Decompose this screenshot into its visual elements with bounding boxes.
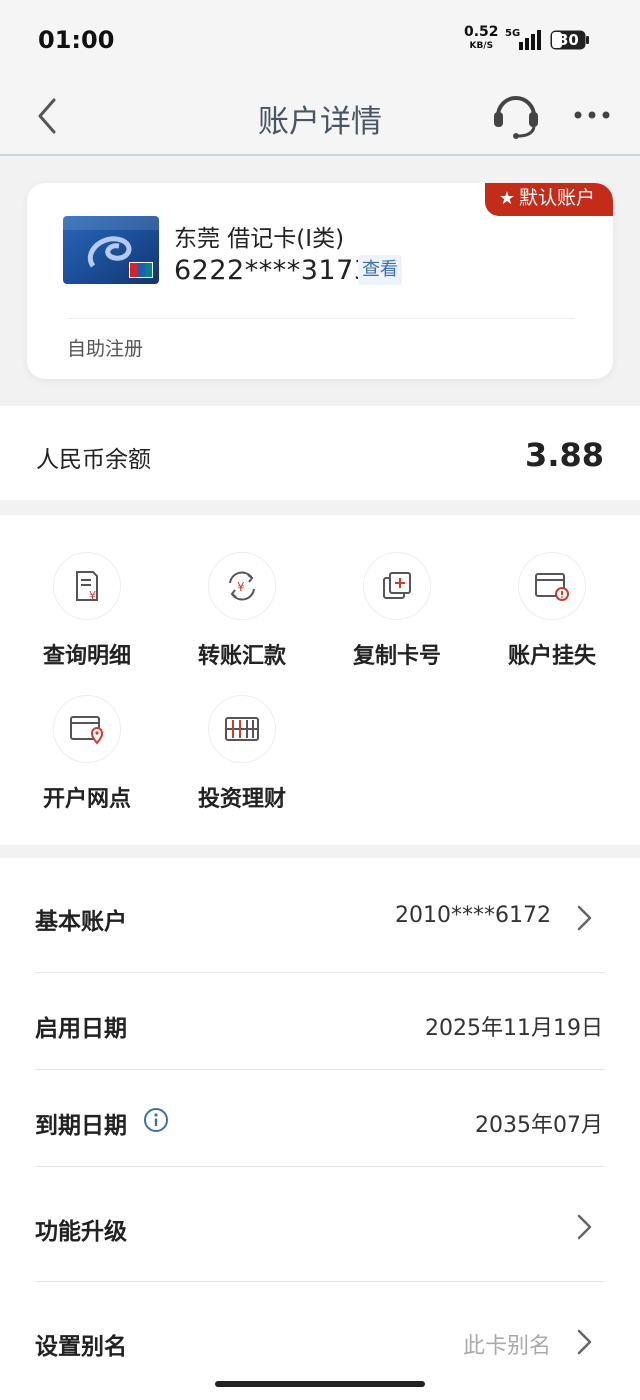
view-card-number-button[interactable]: 查看: [358, 255, 402, 285]
star-icon: ★: [498, 188, 515, 209]
chevron-right-icon: [577, 1329, 592, 1355]
function-copy-card-number[interactable]: 复制卡号: [322, 552, 472, 670]
divider: [67, 318, 575, 319]
expiry-date-label: 到期日期: [35, 1113, 127, 1139]
copy-icon: [363, 552, 431, 620]
function-label: 转账汇款: [197, 644, 286, 669]
balance-label: 人民币余额: [36, 447, 151, 473]
function-label: 开户网点: [42, 787, 131, 812]
registration-channel: 自助注册: [67, 338, 144, 360]
account-card: ★ 默认账户 东莞 借记卡(I类) 6222****3173 查看 自助注册: [27, 183, 613, 379]
card-number: 6222****3173: [174, 255, 372, 286]
basic-account-value: 2010****6172: [395, 903, 551, 928]
function-grid: ¥ 查询明细 ¥ 转账汇款 复制卡号 账户挂失 开户网点 投资理财: [0, 515, 640, 845]
function-query-details[interactable]: ¥ 查询明细: [12, 552, 162, 670]
expiry-date-row: 到期日期 2035年07月: [35, 1070, 605, 1167]
page-title: 账户详情: [258, 104, 382, 140]
function-label: 账户挂失: [507, 644, 596, 669]
signal-icon: [519, 30, 541, 50]
investment-icon: [208, 695, 276, 763]
status-time: 01:00: [38, 26, 115, 54]
battery-level: 30: [558, 31, 579, 49]
activation-date-row: 启用日期 2025年11月19日: [35, 973, 605, 1070]
chevron-right-icon: [577, 1214, 592, 1240]
basic-account-label: 基本账户: [35, 909, 127, 935]
svg-text:¥: ¥: [237, 580, 245, 594]
function-report-loss[interactable]: 账户挂失: [477, 552, 627, 670]
default-account-badge: ★ 默认账户: [484, 183, 613, 216]
nav-bar: 账户详情: [0, 78, 640, 156]
set-alias-label: 设置别名: [35, 1334, 127, 1360]
activation-date-label: 启用日期: [35, 1016, 127, 1042]
balance-value: 3.88: [525, 436, 604, 474]
headset-icon[interactable]: [490, 90, 542, 140]
account-details-list: 基本账户 2010****6172 启用日期 2025年11月19日 到期日期 …: [0, 858, 640, 1400]
info-icon[interactable]: [143, 1107, 169, 1133]
statement-icon: ¥: [53, 552, 121, 620]
network-speed-value: 0.52: [464, 24, 499, 40]
svg-text:¥: ¥: [89, 589, 96, 602]
chevron-right-icon: [577, 905, 592, 931]
function-upgrade-label: 功能升级: [35, 1219, 127, 1245]
network-speed-unit: KB/S: [469, 41, 494, 51]
battery-icon: 30: [550, 30, 590, 50]
transfer-icon: ¥: [208, 552, 276, 620]
alias-placeholder: 此卡别名: [462, 1334, 551, 1359]
bank-card-image: [63, 216, 159, 284]
function-upgrade-row[interactable]: 功能升级: [35, 1167, 605, 1282]
expiry-date-value: 2035年07月: [475, 1113, 603, 1138]
function-label: 投资理财: [197, 787, 286, 812]
function-transfer[interactable]: ¥ 转账汇款: [167, 552, 317, 670]
balance-row: 人民币余额 3.88: [0, 406, 640, 500]
report-loss-icon: [518, 552, 586, 620]
function-label: 查询明细: [42, 644, 131, 669]
home-indicator[interactable]: [215, 1381, 425, 1387]
function-branch[interactable]: 开户网点: [12, 695, 162, 813]
more-dots-icon[interactable]: [570, 100, 614, 130]
status-bar: 01:00 0.52 KB/S 5G 30: [0, 0, 640, 78]
card-name: 东莞 借记卡(I类): [174, 226, 345, 252]
network-speed: 0.52 KB/S: [464, 24, 499, 52]
branch-location-icon: [53, 695, 121, 763]
default-badge-label: 默认账户: [518, 187, 595, 209]
function-label: 复制卡号: [352, 644, 441, 669]
basic-account-row[interactable]: 基本账户 2010****6172: [35, 858, 605, 973]
activation-date-value: 2025年11月19日: [425, 1016, 603, 1041]
function-investment[interactable]: 投资理财: [167, 695, 317, 813]
